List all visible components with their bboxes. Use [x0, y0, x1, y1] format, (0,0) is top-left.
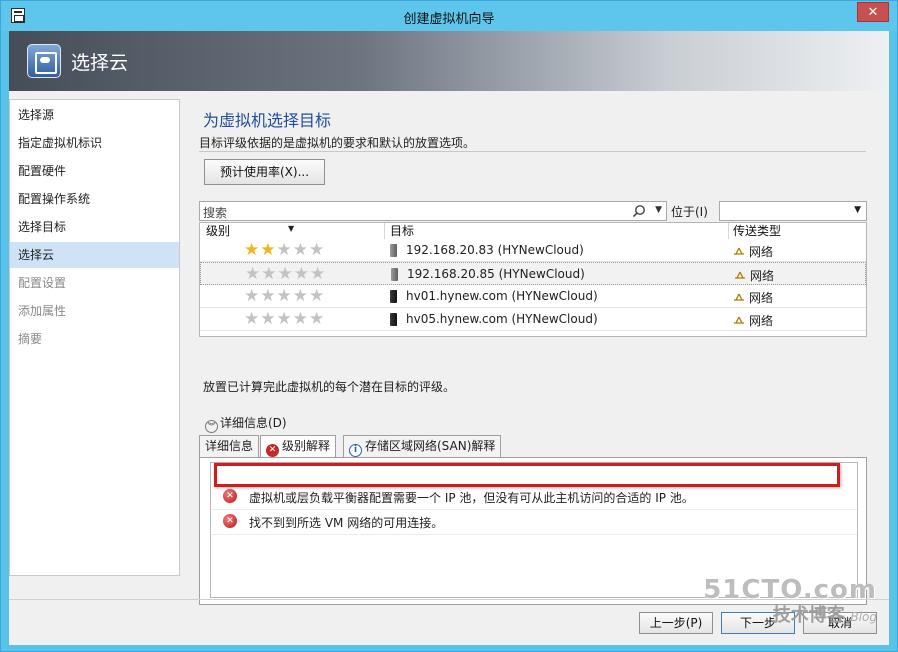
step-settings: 配置设置: [18, 276, 67, 290]
table-row[interactable]: ★★★★★ 192.168.20.83 (HYNewCloud) 网络: [200, 239, 866, 262]
list-item[interactable]: ✕ 虚拟机或层负载平衡器配置需要一个 IP 池，但没有可从此主机访问的合适的 I…: [211, 485, 857, 510]
rating-stars: ★★★★★: [244, 286, 326, 306]
tab-san-label: 存储区域网络(SAN)解释: [365, 439, 496, 453]
error-icon: ✕: [223, 489, 237, 503]
host-icon: [390, 290, 397, 303]
transfer-type: 网络: [749, 245, 774, 259]
page-description: 目标评级依据的是虚拟机的要求和默认的放置选项。: [199, 136, 476, 150]
rating-stars: ★★★★★: [245, 264, 327, 284]
tab-san-explanation[interactable]: i 存储区域网络(SAN)解释: [343, 435, 502, 457]
search-input[interactable]: 搜索 ▼: [199, 201, 667, 221]
divider: [199, 151, 866, 152]
error-icon: ✕: [266, 444, 279, 457]
banner-title: 选择云: [71, 52, 129, 74]
network-icon: [734, 316, 744, 324]
details-toggle[interactable]: ︾ 详细信息(D): [205, 414, 287, 433]
target-name: 192.168.20.83 (HYNewCloud): [406, 243, 584, 257]
host-icon: [390, 244, 397, 257]
target-name: 192.168.20.85 (HYNewCloud): [407, 267, 585, 281]
title-bar: 创建虚拟机向导 ✕: [1, 1, 897, 31]
step-destination[interactable]: 选择目标: [10, 214, 179, 240]
tab-rating-label: 级别解释: [282, 439, 331, 453]
target-name: hv01.hynew.com (HYNewCloud): [406, 289, 598, 303]
watermark: 51CTO.com 技术博客 Blog: [703, 575, 877, 627]
network-icon: [734, 247, 744, 255]
network-icon: [735, 271, 745, 279]
explanation-text: 虚拟机或层负载平衡器配置需要一个 IP 池，但没有可从此主机访问的合适的 IP …: [249, 491, 694, 505]
chevron-down-icon[interactable]: ︾: [205, 420, 218, 433]
search-placeholder: 搜索: [203, 206, 228, 220]
previous-button[interactable]: 上一步(P): [639, 612, 713, 634]
column-rating[interactable]: 级别: [206, 223, 230, 239]
window-title: 创建虚拟机向导: [403, 12, 495, 27]
table-row[interactable]: ★★★★★ hv05.hynew.com (HYNewCloud) 网络: [200, 308, 866, 331]
error-icon: ✕: [223, 514, 237, 528]
highlight-box: [214, 463, 840, 487]
page-title: 为虚拟机选择目标: [203, 111, 332, 130]
step-hardware[interactable]: 配置硬件: [10, 158, 179, 184]
tab-rating-explanation[interactable]: ✕ 级别解释: [260, 435, 337, 458]
tab-details[interactable]: 详细信息: [199, 435, 260, 457]
host-icon: [391, 268, 398, 281]
transfer-type: 网络: [749, 291, 774, 305]
watermark-text: 技术博客: [772, 605, 845, 626]
step-os[interactable]: 配置操作系统: [10, 186, 179, 212]
step-properties: 添加属性: [18, 304, 67, 318]
transfer-type: 网络: [749, 314, 774, 328]
wizard-client: 选择云 选择源 指定虚拟机标识 配置硬件 配置操作系统 选择目标 选择云 配置设…: [9, 31, 889, 645]
step-select-cloud[interactable]: 选择云: [10, 242, 179, 268]
located-select[interactable]: ▼: [719, 201, 867, 221]
step-summary: 摘要: [18, 332, 43, 346]
estimate-usage-button[interactable]: 预计使用率(X)...: [204, 159, 325, 185]
targets-grid: 级别 ▼ 目标 传送类型 ★★★★★ 192.168.20.83 (HYNewC…: [199, 222, 867, 337]
chevron-down-icon[interactable]: ▼: [854, 205, 861, 215]
info-icon: i: [349, 444, 362, 457]
explanation-text: 找不到到所选 VM 网络的可用连接。: [249, 516, 444, 530]
located-label: 位于(I): [671, 205, 708, 219]
table-row[interactable]: ★★★★★ hv01.hynew.com (HYNewCloud) 网络: [200, 285, 866, 308]
watermark-blog: Blog: [850, 610, 877, 624]
step-identity[interactable]: 指定虚拟机标识: [10, 130, 179, 156]
close-button[interactable]: ✕: [857, 2, 889, 22]
table-row[interactable]: ★★★★★ 192.168.20.85 (HYNewCloud) 网络: [200, 262, 866, 285]
column-transfer[interactable]: 传送类型: [733, 223, 781, 239]
wizard-steps: 选择源 指定虚拟机标识 配置硬件 配置操作系统 选择目标 选择云 配置设置 添加…: [9, 99, 180, 576]
search-dropdown-icon[interactable]: ▼: [655, 205, 662, 215]
column-separator: [728, 223, 729, 239]
step-select-source[interactable]: 选择源: [10, 102, 179, 128]
placement-note: 放置已计算完此虚拟机的每个潜在目标的评级。: [203, 380, 456, 394]
wizard-window: 创建虚拟机向导 ✕ 选择云 选择源 指定虚拟机标识 配置硬件 配置操作系统 选择…: [0, 0, 898, 652]
details-toggle-label: 详细信息(D): [220, 416, 287, 430]
column-separator: [384, 223, 385, 239]
list-item[interactable]: ✕ 找不到到所选 VM 网络的可用连接。: [211, 510, 857, 535]
page-banner: 选择云: [9, 31, 889, 91]
transfer-type: 网络: [750, 269, 775, 283]
search-icon[interactable]: [632, 204, 646, 218]
rating-stars: ★★★★★: [244, 240, 326, 260]
host-icon: [390, 313, 397, 326]
sort-desc-icon: ▼: [288, 224, 295, 233]
rating-stars: ★★★★★: [244, 309, 326, 329]
cloud-icon: [27, 44, 61, 78]
tab-details-label: 详细信息: [205, 439, 254, 453]
target-name: hv05.hynew.com (HYNewCloud): [406, 312, 598, 326]
column-target[interactable]: 目标: [390, 223, 414, 239]
network-icon: [734, 293, 744, 301]
